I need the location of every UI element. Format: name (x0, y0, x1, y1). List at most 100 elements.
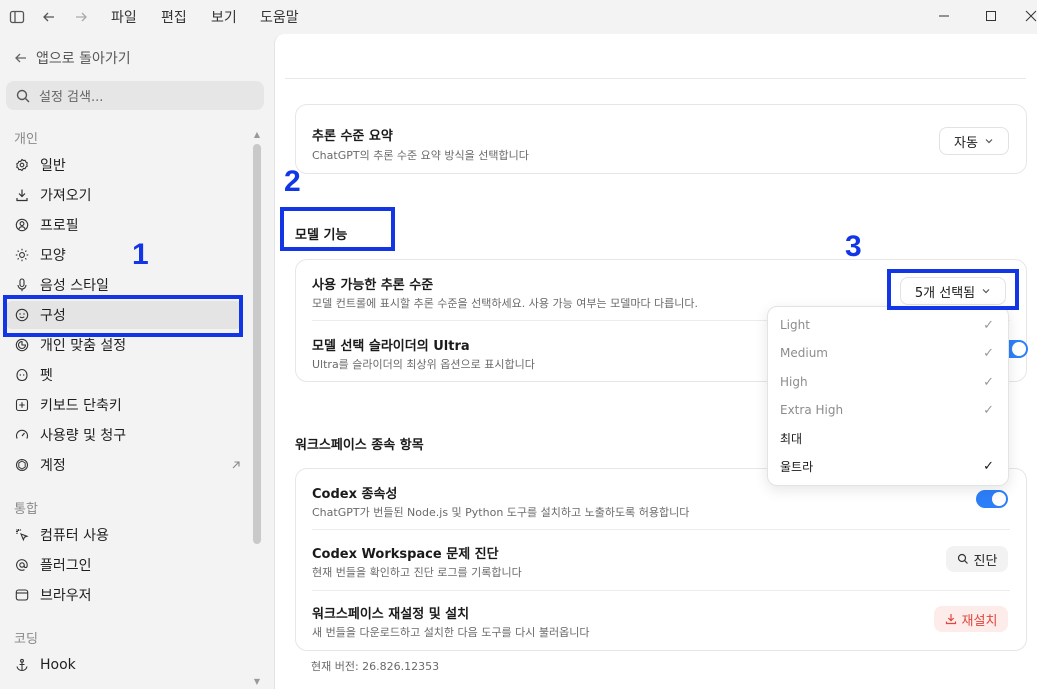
dropdown-option-label: Extra High (780, 403, 844, 417)
back-to-app-link[interactable]: 앱으로 돌아가기 (14, 48, 131, 68)
keyboard-icon (14, 397, 30, 413)
reasoning-levels-dropdown: Light ✓ Medium ✓ High ✓ Extra High ✓ 최대 … (767, 306, 1009, 486)
sidebar-item-usage-billing[interactable]: 사용량 및 청구 (6, 421, 242, 449)
diagnose-button[interactable]: 진단 (946, 546, 1008, 572)
pet-icon (14, 367, 30, 383)
section-label-personal: 개인 (14, 132, 38, 147)
annotation-box-2 (280, 207, 395, 251)
sidebar-item-profile[interactable]: 프로필 (6, 211, 242, 239)
reinstall-button-label: 재설치 (961, 613, 998, 629)
settings-sidebar: 앱으로 돌아가기 설정 검색... 개인 일반 가져오기 프로필 모양 음성 스… (0, 34, 273, 689)
ultra-slider-title: 모델 선택 슬라이더의 Ultra (312, 339, 470, 354)
dropdown-option-medium[interactable]: Medium ✓ (768, 339, 1008, 367)
close-icon[interactable] (1019, 6, 1037, 26)
search-icon (16, 89, 30, 102)
menu-help[interactable]: 도움말 (260, 7, 299, 27)
reasoning-summary-title: 추론 수준 요약 (312, 129, 393, 144)
sidebar-item-label: 개인 맞춤 설정 (40, 338, 127, 354)
dropdown-option-light[interactable]: Light ✓ (768, 311, 1008, 339)
mic-icon (14, 277, 30, 293)
back-arrow-icon (15, 53, 26, 63)
reasoning-summary-desc: ChatGPT의 추론 수준 요약 방식을 선택합니다 (312, 149, 529, 162)
reasoning-summary-card: 추론 수준 요약 ChatGPT의 추론 수준 요약 방식을 선택합니다 자동 (295, 104, 1027, 174)
current-version: 현재 버전: 26.826.12353 (311, 660, 440, 673)
account-icon (14, 457, 30, 473)
anchor-icon (14, 657, 30, 673)
diagnose-desc: 현재 번들을 확인하고 진단 로그를 기록합니다 (312, 566, 522, 579)
checkmark-icon: ✓ (983, 374, 994, 390)
settings-search-input[interactable]: 설정 검색... (6, 81, 264, 110)
annotation-number-2: 2 (284, 165, 301, 198)
forward-arrow-icon[interactable] (72, 8, 90, 26)
sidebar-item-label: 일반 (40, 158, 66, 174)
back-arrow-icon[interactable] (40, 8, 58, 26)
diagnose-title: Codex Workspace 문제 진단 (312, 547, 499, 562)
sidebar-item-general[interactable]: 일반 (6, 151, 242, 179)
sidebar-item-computer-use[interactable]: 컴퓨터 사용 (6, 521, 242, 549)
sidebar-item-import[interactable]: 가져오기 (6, 181, 242, 209)
dropdown-option-label: High (780, 375, 808, 389)
sidebar-item-appearance[interactable]: 모양 (6, 241, 242, 269)
menu-file[interactable]: 파일 (111, 7, 137, 27)
sidebar-item-label: 계정 (40, 458, 66, 474)
maximize-icon[interactable] (979, 6, 1003, 26)
gauge-icon (14, 427, 30, 443)
profile-icon (14, 217, 30, 233)
reinstall-desc: 새 번들을 다운로드하고 설치한 다음 도구를 다시 불러옵니다 (312, 626, 590, 639)
checkmark-icon: ✓ (983, 402, 994, 418)
sidebar-item-label: 플러그인 (40, 558, 92, 574)
reinstall-title: 워크스페이스 재설정 및 설치 (312, 607, 470, 622)
codex-deps-toggle[interactable] (976, 490, 1008, 508)
title-bar: 파일 편집 보기 도움말 (0, 0, 1037, 34)
dropdown-option-label: Medium (780, 346, 828, 360)
reinstall-button[interactable]: 재설치 (934, 606, 1008, 632)
menu-view[interactable]: 보기 (211, 7, 237, 27)
sidebar-item-browser[interactable]: 브라우저 (6, 581, 242, 609)
header-divider (285, 78, 1026, 79)
dropdown-option-ultra[interactable]: 울트라 ✓ (768, 452, 1008, 480)
dropdown-option-extra-high[interactable]: Extra High ✓ (768, 396, 1008, 424)
checkmark-icon: ✓ (983, 317, 994, 333)
sidebar-item-label: 브라우저 (40, 588, 92, 604)
sidebar-toggle-icon[interactable] (8, 8, 26, 26)
checkmark-icon: ✓ (983, 345, 994, 361)
menu-edit[interactable]: 편집 (161, 7, 187, 27)
sidebar-item-keyboard-shortcuts[interactable]: 키보드 단축키 (6, 391, 242, 419)
reasoning-summary-value: 자동 (954, 135, 978, 151)
reasoning-summary-select[interactable]: 자동 (939, 127, 1009, 155)
search-icon (957, 553, 968, 564)
minimize-icon[interactable] (932, 6, 956, 26)
sidebar-item-label: 가져오기 (40, 188, 92, 204)
sidebar-item-account[interactable]: 계정 (6, 451, 242, 479)
sidebar-item-hook[interactable]: Hook (6, 651, 242, 679)
at-icon (14, 557, 30, 573)
cursor-icon (14, 527, 30, 543)
personalize-icon (14, 337, 30, 353)
section-label-coding: 코딩 (14, 632, 38, 647)
checkmark-icon: ✓ (983, 458, 994, 474)
sidebar-item-pet[interactable]: 펫 (6, 361, 242, 389)
search-placeholder: 설정 검색... (39, 90, 104, 105)
sidebar-item-label: 프로필 (40, 218, 79, 234)
scroll-down-arrow[interactable]: ▼ (252, 677, 262, 687)
sidebar-item-label: 사용량 및 청구 (40, 428, 127, 444)
sidebar-item-label: Hook (40, 657, 76, 673)
download-icon (945, 614, 956, 625)
codex-deps-title: Codex 종속성 (312, 487, 398, 502)
section-label-integrations: 통합 (14, 502, 38, 517)
dropdown-option-high[interactable]: High ✓ (768, 368, 1008, 396)
scroll-up-arrow[interactable]: ▲ (252, 130, 262, 140)
row-divider (312, 529, 1010, 530)
external-link-icon (232, 461, 240, 469)
ultra-slider-desc: Ultra를 슬라이더의 최상위 옵션으로 표시합니다 (312, 358, 535, 371)
sidebar-scrollbar[interactable] (253, 144, 261, 544)
gear-icon (14, 157, 30, 173)
annotation-box-3 (887, 269, 1019, 310)
sidebar-item-plugins[interactable]: 플러그인 (6, 551, 242, 579)
dropdown-option-max[interactable]: 최대 (768, 424, 1008, 452)
annotation-number-1: 1 (132, 238, 149, 271)
workspace-deps-card: Codex 종속성 ChatGPT가 번들된 Node.js 및 Python … (295, 468, 1027, 651)
codex-deps-desc: ChatGPT가 번들된 Node.js 및 Python 도구를 설치하고 노… (312, 506, 690, 519)
workspace-deps-title: 워크스페이스 종속 항목 (295, 438, 424, 453)
row-divider (312, 590, 1010, 591)
